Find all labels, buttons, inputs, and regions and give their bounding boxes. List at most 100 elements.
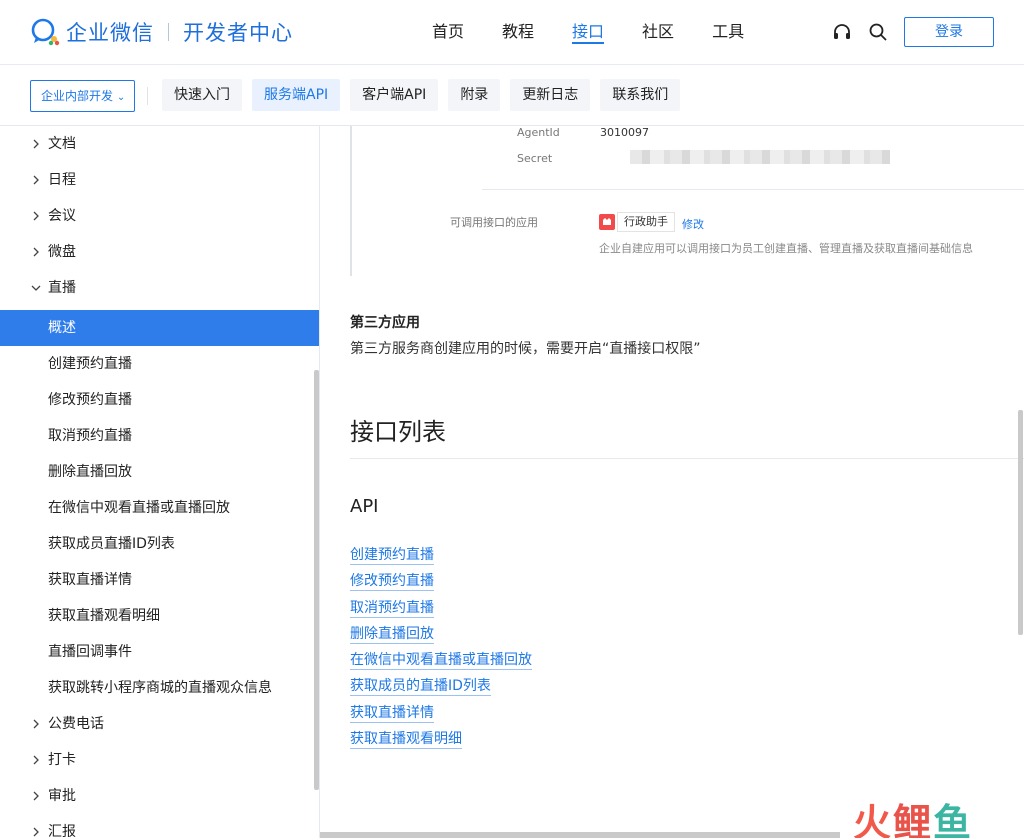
api-subheading: API [350,496,379,517]
sidebar-item[interactable]: 文档 [0,126,319,162]
api-link-modify[interactable]: 修改预约直播 [350,572,434,591]
sidebar-item-label: 获取成员直播ID列表 [48,536,175,552]
watermark-logo: 火 鲤 鱼 [853,792,973,838]
watermark-char: 鲤 [893,801,934,838]
search-icon[interactable] [868,22,888,42]
api-link-watch-stats[interactable]: 获取直播观看明细 [350,730,462,749]
sidebar-item[interactable]: 获取成员直播ID列表 [0,526,319,562]
chevron-right-icon [31,778,41,814]
api-link-delete-replay[interactable]: 删除直播回放 [350,625,434,644]
app-description: 企业自建应用可以调用接口为员工创建直播、管理直播及获取直播间基础信息 [599,242,973,255]
sidebar-item[interactable]: 微盘 [0,234,319,270]
sidebar-item[interactable]: 直播回调事件 [0,634,319,670]
sidebar-item-label: 审批 [48,788,76,804]
sidebar-item[interactable]: 获取直播观看明细 [0,598,319,634]
sidebar-scrollbar[interactable] [314,370,319,790]
nav-home[interactable]: 首页 [432,0,464,64]
watermark-char: 鱼 [933,801,974,838]
sidebar-item-label: 文档 [48,136,76,152]
tab-quick-start[interactable]: 快速入门 [162,79,242,111]
sidebar-item[interactable]: 打卡 [0,742,319,778]
horizontal-scrollbar[interactable] [320,832,840,838]
heading-divider [350,458,1024,459]
sidebar-item-label: 微盘 [48,244,76,260]
sidebar-item[interactable]: 直播 [0,270,319,306]
api-link-watch-in-wechat[interactable]: 在微信中观看直播或直播回放 [350,651,532,670]
chevron-right-icon [31,814,41,838]
sidebar-item[interactable]: 概述 [0,310,319,346]
sidebar-item[interactable]: 审批 [0,778,319,814]
sidebar-item[interactable]: 会议 [0,198,319,234]
sidebar-item[interactable]: 取消预约直播 [0,418,319,454]
nav-tools[interactable]: 工具 [712,0,744,64]
brand-divider [168,23,169,41]
sidebar-nav: 文档日程会议微盘直播概述 创建预约直播修改预约直播 取消预约直播 删除直播回放在微信中… [0,126,320,838]
sidebar-item-label: 获取直播详情 [48,572,132,588]
tab-appendix[interactable]: 附录 [448,79,501,111]
sidebar-item-label: 公费电话 [48,716,104,732]
sidebar-item-label: 直播 [48,280,76,296]
api-category-tabs: 快速入门 服务端API 客户端API 附录 更新日志 联系我们 [162,79,690,111]
apps-label: 可调用接口的应用 [450,216,538,229]
app-icon [599,214,615,230]
wecom-logo-icon [30,17,62,47]
nav-api[interactable]: 接口 [572,0,605,64]
agentid-label: AgentId [517,126,560,139]
sidebar-item[interactable]: 公费电话 [0,706,319,742]
sidebar-item-label: 删除直播回放 [48,464,132,480]
third-party-text: 第三方服务商创建应用的时候，需要开启“直播接口权限” [350,341,701,357]
sidebar-item[interactable]: 删除直播回放 [0,454,319,490]
nav-community[interactable]: 社区 [642,0,674,64]
tab-changelog[interactable]: 更新日志 [510,79,591,111]
sidebar-item-label: 打卡 [48,752,76,768]
sidebar-item-label: 日程 [48,172,76,188]
main-scrollbar[interactable] [1018,410,1023,635]
sub-nav-bar: 企业内部开发 ⌄ 快速入门 服务端API 客户端API 附录 更新日志 联系我们 [0,64,1024,126]
sidebar-item[interactable]: 创建预约直播 [0,346,319,382]
api-link-create[interactable]: 创建预约直播 [350,546,434,565]
login-button[interactable]: 登录 [904,17,994,47]
frame-divider [482,189,1024,190]
sidebar-item-label: 修改预约直播 [48,392,132,408]
sidebar-item[interactable]: 在微信中观看直播或直播回放 [0,490,319,526]
sidebar-item[interactable]: 获取跳转小程序商城的直播观众信息 [0,670,319,706]
brand-section: 开发者中心 [183,21,293,45]
chevron-down-icon [31,270,41,306]
sidebar-item[interactable]: 修改预约直播 [0,382,319,418]
config-screenshot: AgentId 3010097 Secret 可调用接口的应用 行政助手 修改 … [350,126,1024,276]
top-header: 企业微信 开发者中心 首页 教程 接口 社区 工具 登录 [0,0,1024,64]
modify-link: 修改 [682,218,704,231]
sidebar-item-label: 取消预约直播 [48,428,132,444]
brand-logo[interactable]: 企业微信 开发者中心 [30,16,293,48]
sidebar-item[interactable]: 日程 [0,162,319,198]
sidebar-item-label: 在微信中观看直播或直播回放 [48,500,230,516]
app-name: 行政助手 [617,212,675,232]
chevron-down-icon: ⌄ [116,92,126,103]
dev-type-label: 企业内部开发 [41,89,114,103]
subbar-divider [147,87,148,105]
agentid-value: 3010097 [600,126,649,139]
chevron-right-icon [31,162,41,198]
chevron-right-icon [31,198,41,234]
watermark-char: 火 [853,801,894,838]
tab-client-api[interactable]: 客户端API [350,79,439,111]
chevron-right-icon [31,234,41,270]
sidebar-item[interactable]: 获取直播详情 [0,562,319,598]
sidebar-item-label: 获取直播观看明细 [48,608,160,624]
main-content: AgentId 3010097 Secret 可调用接口的应用 行政助手 修改 … [320,126,1024,838]
api-link-live-detail[interactable]: 获取直播详情 [350,704,434,723]
api-link-cancel[interactable]: 取消预约直播 [350,599,434,618]
main-nav: 首页 教程 接口 社区 工具 [432,0,782,64]
sidebar-item-label: 汇报 [48,824,76,838]
chevron-right-icon [31,742,41,778]
sidebar-item[interactable]: 汇报 [0,814,319,838]
dev-type-select[interactable]: 企业内部开发 ⌄ [30,80,135,112]
api-link-member-live-ids[interactable]: 获取成员的直播ID列表 [350,677,491,696]
nav-tutorials[interactable]: 教程 [502,0,534,64]
tab-contact[interactable]: 联系我们 [600,79,681,111]
tab-server-api[interactable]: 服务端API [252,79,341,111]
api-list-heading: 接口列表 [350,418,446,446]
headset-icon[interactable] [832,22,852,42]
sidebar-item-label: 获取跳转小程序商城的直播观众信息 [48,680,272,696]
secret-blurred-value [630,150,890,164]
